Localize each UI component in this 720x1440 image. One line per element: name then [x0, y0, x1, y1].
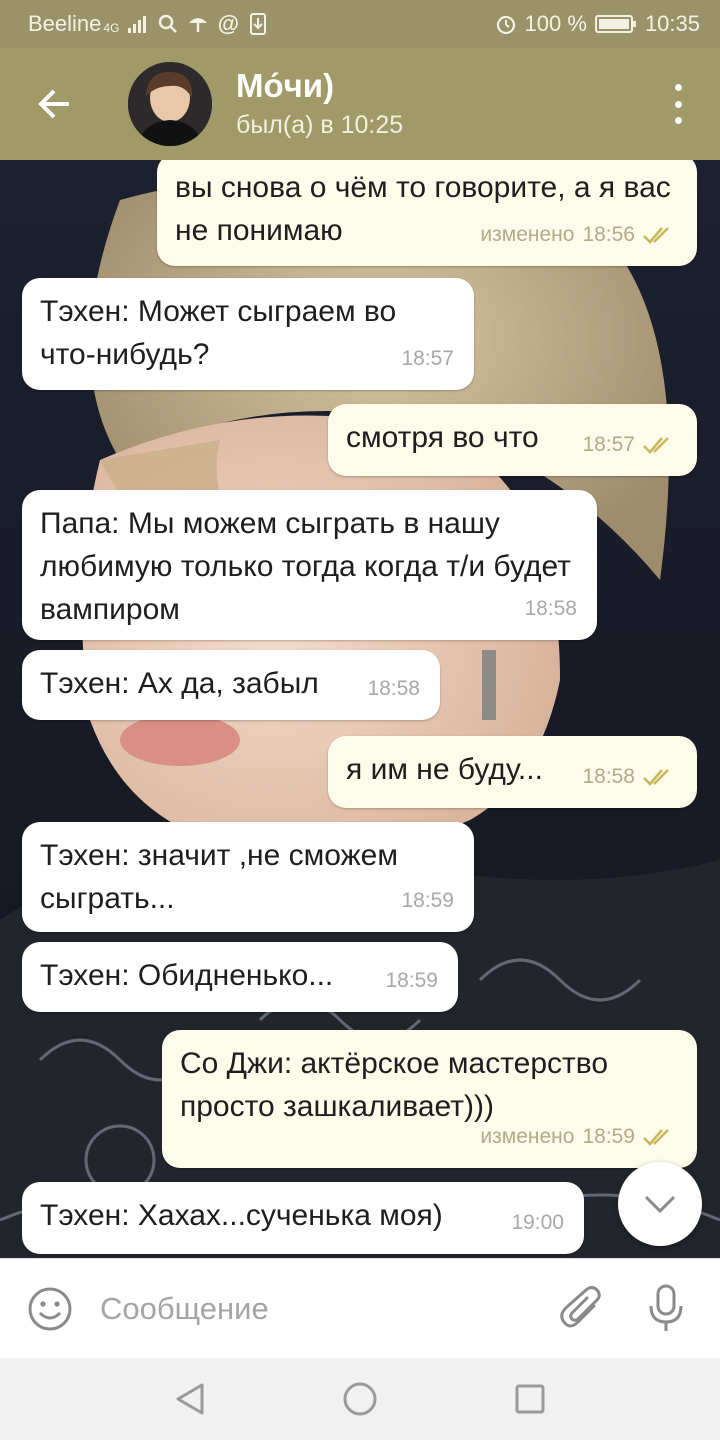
back-button[interactable] — [0, 48, 110, 160]
battery-percent: 100 % — [524, 11, 587, 36]
scroll-to-bottom-button[interactable] — [618, 1162, 702, 1246]
message-meta: 19:00 — [511, 1201, 564, 1244]
menu-dot — [674, 117, 682, 124]
message-text: Тэхен: Обидненько... — [40, 959, 334, 992]
message-meta: изменено 18:56 — [480, 213, 677, 256]
message-bubble-outgoing[interactable]: вы снова о чём то говорите, а я вас не п… — [157, 160, 697, 266]
read-checkmarks-icon — [643, 1128, 669, 1146]
battery-icon — [594, 13, 637, 35]
message-input[interactable] — [100, 1258, 540, 1359]
paperclip-icon — [560, 1285, 601, 1327]
download-icon — [247, 13, 269, 35]
message-meta: 18:58 — [367, 667, 420, 710]
message-bubble-incoming[interactable]: Папа: Мы можем сыграть в нашу любимую то… — [22, 490, 597, 640]
umbrella-icon — [187, 13, 209, 35]
message-time: 18:59 — [385, 969, 438, 992]
read-checkmarks-icon — [643, 226, 669, 244]
message-bubble-incoming[interactable]: Тэхен: значит ,не сможем сыграть... 18:5… — [22, 822, 474, 932]
signal-icon — [127, 13, 149, 35]
triangle-back-icon — [176, 1383, 204, 1415]
nav-recents-button[interactable] — [500, 1369, 560, 1429]
message-meta: 18:58 — [582, 755, 677, 798]
message-meta: 18:57 — [401, 337, 454, 380]
emoji-button[interactable] — [0, 1259, 100, 1359]
nav-home-button[interactable] — [330, 1369, 390, 1429]
emoji-icon — [28, 1287, 72, 1330]
message-time: 18:57 — [582, 433, 635, 456]
attach-button[interactable] — [540, 1259, 624, 1359]
message-meta: изменено 18:59 — [480, 1115, 677, 1158]
arrow-back-icon — [38, 89, 69, 119]
message-text: Тэхен: Хахах...сученька моя) — [40, 1199, 443, 1232]
menu-dot — [674, 100, 682, 108]
message-text: Тэхен: Может сыграем во что-нибудь? — [40, 295, 397, 371]
message-text: Папа: Мы можем сыграть в нашу любимую то… — [40, 507, 571, 626]
microphone-button[interactable] — [624, 1259, 708, 1359]
message-bubble-incoming[interactable]: Тэхен: Может сыграем во что-нибудь? 18:5… — [22, 278, 474, 390]
message-bubble-outgoing[interactable]: Со Джи: актёрское мастерство просто зашк… — [162, 1030, 697, 1168]
read-checkmarks-icon — [643, 768, 669, 786]
chat-title[interactable]: Мо́чи) — [236, 66, 403, 106]
message-composer — [0, 1258, 720, 1359]
message-bubble-incoming[interactable]: Тэхен: Ах да, забыл 18:58 — [22, 650, 440, 720]
chevron-down-icon — [644, 1195, 676, 1214]
chat-header: Мо́чи) был(а) в 10:25 — [0, 48, 720, 160]
message-time: 19:00 — [511, 1211, 564, 1234]
alarm-icon — [495, 13, 517, 35]
message-text: Тэхен: значит ,не сможем сыграть... — [40, 839, 398, 915]
system-navigation-bar — [0, 1358, 720, 1440]
network-type: 4G — [103, 21, 120, 35]
message-time: 18:56 — [582, 223, 635, 246]
message-bubble-outgoing[interactable]: я им не буду... 18:58 — [328, 736, 697, 808]
message-time: 18:58 — [524, 597, 577, 620]
square-recents-icon — [515, 1384, 545, 1414]
microphone-icon — [649, 1284, 683, 1331]
edited-label: изменено — [480, 1125, 575, 1148]
at-sign-icon: @ — [217, 11, 240, 36]
message-bubble-incoming[interactable]: Тэхен: Хахах...сученька моя) 19:00 — [22, 1182, 584, 1254]
status-bar: Beeline 4G @ 100 % 10:35 — [0, 0, 720, 48]
circle-home-icon — [343, 1382, 377, 1416]
message-meta: 18:57 — [582, 423, 677, 466]
message-time: 18:57 — [401, 347, 454, 370]
message-meta: 18:59 — [385, 959, 438, 1002]
avatar[interactable] — [128, 62, 212, 146]
read-checkmarks-icon — [643, 436, 669, 454]
more-menu-button[interactable] — [666, 84, 690, 124]
carrier-label: Beeline — [28, 11, 102, 36]
clock: 10:35 — [644, 11, 700, 36]
search-icon — [157, 13, 179, 35]
message-time: 18:58 — [367, 677, 420, 700]
nav-back-button[interactable] — [160, 1369, 220, 1429]
edited-label: изменено — [480, 223, 575, 246]
message-time: 18:58 — [582, 765, 635, 788]
message-time: 18:59 — [401, 889, 454, 912]
chat-area[interactable]: вы снова о чём то говорите, а я вас не п… — [0, 160, 720, 1258]
message-meta: 18:59 — [401, 879, 454, 922]
message-bubble-outgoing[interactable]: смотря во что 18:57 — [328, 404, 697, 476]
message-bubble-incoming[interactable]: Тэхен: Обидненько... 18:59 — [22, 942, 458, 1012]
message-text: Тэхен: Ах да, забыл — [40, 667, 319, 700]
message-time: 18:59 — [582, 1125, 635, 1148]
message-meta: 18:58 — [524, 587, 577, 630]
last-seen-status: был(а) в 10:25 — [236, 111, 404, 139]
menu-dot — [674, 84, 682, 91]
